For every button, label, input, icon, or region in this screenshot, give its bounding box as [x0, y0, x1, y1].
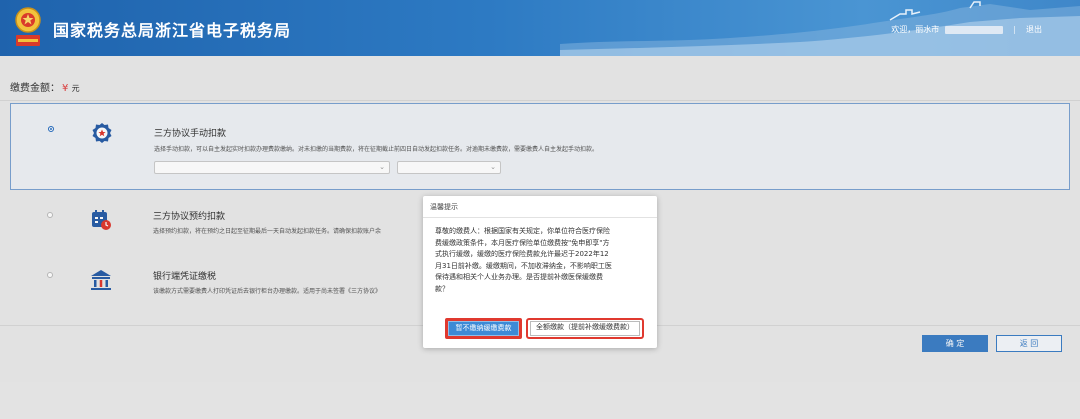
- tax-emblem-icon: [15, 7, 41, 46]
- dialog-title: 温馨提示: [423, 196, 657, 218]
- dialog-line: 费缓缴政策条件，本月医疗保险单位缴费按"免申即享"方: [435, 238, 610, 247]
- site-title: 国家税务总局浙江省电子税务局: [53, 21, 292, 40]
- masked-username: [945, 25, 1004, 34]
- dialog-message: 尊敬的缴费人：根据国家有关规定，你单位符合医疗保险 费缓缴政策条件，本月医疗保险…: [435, 226, 649, 295]
- header-separator: |: [1013, 25, 1016, 34]
- user-area: 欢迎，丽水市 | 退出: [891, 24, 1042, 35]
- reminder-dialog: 温馨提示 尊敬的缴费人：根据国家有关规定，你单位符合医疗保险 费缓缴政策条件，本…: [423, 196, 657, 348]
- dialog-line: 式执行缓缴，缓缴的医疗保险费款允许最迟于2022年12: [435, 250, 609, 258]
- full-payment-button[interactable]: 全额缴款（提前补缴缓缴费款）: [526, 318, 644, 339]
- dialog-line: 月31日前补缴。缓缴期间，不加收滞纳金，不影响职工医: [435, 261, 612, 270]
- dialog-line: 保待遇和相关个人业务办理。是否提前补缴医保缓缴费: [435, 273, 603, 281]
- dialog-line: 款？: [435, 284, 449, 293]
- logout-link[interactable]: 退出: [1026, 24, 1042, 35]
- top-header: 国家税务总局浙江省电子税务局 欢迎，丽水市 | 退出: [0, 0, 1080, 56]
- welcome-text: 欢迎，丽水市: [891, 25, 940, 34]
- defer-payment-button[interactable]: 暂不缴纳缓缴费款: [445, 318, 522, 339]
- full-payment-label: 全额缴款（提前补缴缓缴费款）: [536, 323, 634, 331]
- dialog-line: 尊敬的缴费人：根据国家有关规定，你单位符合医疗保险: [435, 227, 610, 235]
